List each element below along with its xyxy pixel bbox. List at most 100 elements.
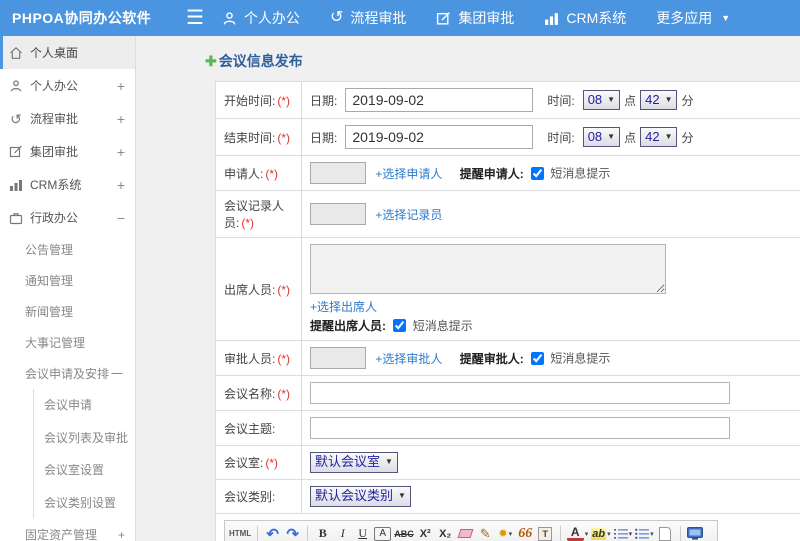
- nav-workflow-approval[interactable]: ↺ 流程审批: [330, 8, 406, 28]
- recorder-input[interactable]: [310, 203, 366, 225]
- undo-arrow-icon: ↺: [10, 110, 22, 127]
- nav-group-approval[interactable]: 集团审批: [436, 8, 514, 28]
- expand-plus-icon[interactable]: +: [117, 177, 125, 193]
- strikethrough-button[interactable]: ABC: [394, 524, 414, 541]
- start-time-label: 开始时间:: [224, 93, 276, 108]
- bold-button[interactable]: B: [314, 524, 331, 541]
- nav-label: 流程审批: [350, 10, 407, 26]
- ordered-list-button[interactable]: ▾: [613, 524, 633, 541]
- sidebar-item-meeting-request-group[interactable]: 会议申请及安排 一: [0, 358, 135, 389]
- hamburger-menu-icon[interactable]: ☰: [186, 8, 204, 28]
- start-hour-select[interactable]: 08 ▼: [582, 89, 621, 111]
- nav-more-apps[interactable]: 更多应用 ▼: [656, 8, 730, 28]
- sidebar-item-admin-office[interactable]: 行政办公 −: [0, 201, 135, 234]
- sidebar-item-announcement-mgmt[interactable]: 公告管理: [0, 234, 135, 265]
- sidebar-item-meeting-request[interactable]: 会议申请: [34, 389, 135, 422]
- editor-toolbar-row1: HTML ↶ ↷ B I U A ABC X² X₂ ✎ ✹ ▾ 66 T A …: [225, 520, 717, 541]
- paste-icon: T: [538, 526, 553, 541]
- sidebar-item-memorabilia-mgmt[interactable]: 大事记管理: [0, 327, 135, 358]
- choose-approver-link[interactable]: +选择审批人: [375, 352, 442, 366]
- superscript-button[interactable]: X²: [417, 524, 434, 541]
- highlight-color-button[interactable]: ab ▾: [591, 524, 611, 541]
- nav-label: 更多应用: [656, 10, 713, 26]
- choose-attendees-link[interactable]: +选择出席人: [310, 300, 377, 314]
- edit-square-icon: [437, 11, 451, 25]
- sidebar-item-meeting-room-settings[interactable]: 会议室设置: [34, 454, 135, 487]
- sidebar-item-workflow-approval[interactable]: ↺ 流程审批 +: [0, 102, 135, 135]
- format-painter-button[interactable]: ✎: [477, 524, 494, 541]
- required-mark: (*): [277, 130, 291, 145]
- green-plus-icon: ✚: [205, 52, 217, 69]
- auto-typeset-button[interactable]: ✹ ▾: [497, 524, 514, 541]
- html-source-button[interactable]: HTML: [229, 524, 251, 541]
- fullscreen-button[interactable]: [687, 524, 704, 541]
- end-minute-select[interactable]: 42 ▼: [640, 126, 678, 148]
- eraser-icon: [457, 529, 474, 539]
- collapse-minus-icon[interactable]: −: [117, 210, 125, 226]
- end-date-input[interactable]: [345, 125, 534, 149]
- expand-plus-icon[interactable]: +: [118, 528, 125, 541]
- meeting-category-select[interactable]: 默认会议类别 ▼: [310, 485, 411, 507]
- expand-plus-icon[interactable]: +: [117, 78, 125, 94]
- form-row-end-time: 结束时间:(*) 日期: 时间: 08 ▼ 点 42 ▼ 分: [215, 118, 800, 156]
- underline-button[interactable]: U: [354, 524, 371, 541]
- sidebar-item-crm-system[interactable]: CRM系统 +: [0, 168, 135, 201]
- approver-sms-checkbox[interactable]: [531, 351, 545, 365]
- top-nav: 个人办公 ↺ 流程审批 集团审批 CRM系统 更多应用 ▼: [222, 8, 730, 28]
- subscript-button[interactable]: X₂: [437, 524, 454, 541]
- approver-input[interactable]: [310, 347, 366, 369]
- select-arrow-icon: ▼: [607, 94, 616, 104]
- font-color-button[interactable]: A ▾: [566, 524, 588, 541]
- collapse-dash-icon[interactable]: 一: [111, 365, 123, 382]
- new-document-button[interactable]: [657, 524, 674, 541]
- meeting-name-input[interactable]: [310, 382, 730, 404]
- blockquote-button[interactable]: 66: [517, 524, 534, 541]
- bullet-list-button[interactable]: ▾: [635, 524, 654, 541]
- choose-recorder-link[interactable]: +选择记录员: [375, 208, 442, 222]
- attendees-sms-checkbox[interactable]: [393, 319, 407, 332]
- expand-plus-icon[interactable]: +: [117, 111, 125, 127]
- time-label: 时间:: [547, 130, 575, 145]
- bullet-list-icon: [635, 528, 650, 539]
- nav-personal-office[interactable]: 个人办公: [222, 8, 300, 28]
- sidebar-item-meeting-category-settings[interactable]: 会议类别设置: [34, 487, 135, 520]
- sidebar-item-group-approval[interactable]: 集团审批 +: [0, 135, 135, 168]
- sidebar-item-personal-desktop[interactable]: 个人桌面: [0, 36, 135, 69]
- briefcase-icon: [9, 212, 23, 224]
- applicant-input[interactable]: [310, 162, 366, 184]
- meeting-category-value: 默认会议类别: [315, 487, 394, 503]
- eraser-button[interactable]: [457, 524, 474, 541]
- meeting-subject-input[interactable]: [310, 417, 730, 439]
- sms-label: 短消息提示: [550, 166, 611, 181]
- sidebar-item-news-mgmt[interactable]: 新闻管理: [0, 296, 135, 327]
- required-mark: (*): [277, 351, 291, 366]
- sidebar-item-meeting-list-approval[interactable]: 会议列表及审批: [34, 422, 135, 455]
- remind-attendees-label: 提醒出席人员:: [310, 319, 386, 333]
- main-content: ✚ 会议信息发布 开始时间:(*) 日期: 时间: 08▼ 点 42▼ 分: [136, 36, 800, 541]
- undo-button[interactable]: ↶: [264, 524, 281, 541]
- italic-button[interactable]: I: [334, 524, 351, 541]
- redo-button[interactable]: ↷: [284, 524, 301, 541]
- attendees-textarea[interactable]: [310, 244, 666, 294]
- start-minute-value: 42: [645, 91, 660, 107]
- home-icon: [10, 46, 22, 59]
- end-hour-select[interactable]: 08 ▼: [582, 126, 621, 148]
- meeting-room-value: 默认会议室: [315, 454, 381, 469]
- sidebar-item-personal-office[interactable]: 个人办公 +: [0, 69, 135, 102]
- sidebar-item-notice-mgmt[interactable]: 通知管理: [0, 265, 135, 296]
- required-mark: (*): [277, 386, 291, 401]
- date-label: 日期:: [310, 93, 338, 108]
- meeting-room-select[interactable]: 默认会议室 ▼: [310, 452, 398, 473]
- caret-down-icon: ▾: [628, 530, 633, 538]
- choose-applicant-link[interactable]: +选择申请人: [375, 167, 442, 181]
- required-mark: (*): [277, 282, 291, 297]
- expand-plus-icon[interactable]: +: [117, 144, 125, 160]
- sidebar: 个人桌面 个人办公 + ↺ 流程审批 + 集团审批 + CRM系统 + 行政办公…: [0, 36, 136, 541]
- start-date-input[interactable]: [345, 88, 534, 112]
- font-style-button[interactable]: A: [374, 526, 392, 541]
- nav-crm-system[interactable]: CRM系统: [544, 8, 626, 28]
- applicant-sms-checkbox[interactable]: [531, 166, 545, 180]
- start-minute-select[interactable]: 42 ▼: [640, 89, 678, 111]
- paste-from-word-button[interactable]: T: [537, 524, 554, 541]
- sidebar-item-fixed-assets-mgmt[interactable]: 固定资产管理 +: [0, 519, 135, 541]
